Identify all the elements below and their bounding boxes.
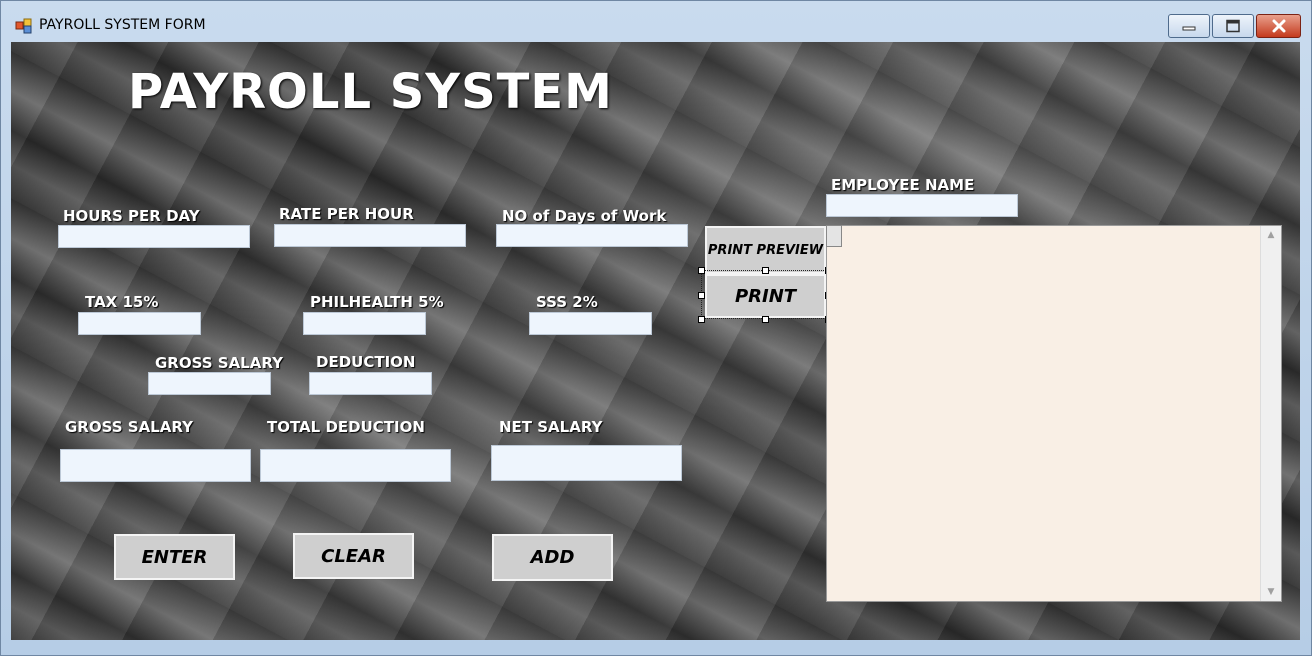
rate-per-hour-label: RATE PER HOUR [279,205,414,223]
receipt-scrollbar[interactable]: ▲ ▼ [1260,226,1281,601]
rate-per-hour-input[interactable] [274,224,466,247]
form-client-area: PAYROLL SYSTEM HOURS PER DAY RATE PER HO… [11,42,1300,640]
gross-salary-small-input[interactable] [148,372,271,395]
resize-handle[interactable] [762,316,769,323]
maximize-icon [1226,19,1240,33]
gross-salary-small-label: GROSS SALARY [155,354,283,372]
gross-salary-input[interactable] [60,449,251,482]
days-of-work-input[interactable] [496,224,688,247]
deduction-label: DEDUCTION [316,353,416,371]
hours-per-day-input[interactable] [58,225,250,248]
net-salary-label: NET SALARY [499,418,603,436]
enter-button[interactable]: ENTER [114,534,235,580]
philhealth-input[interactable] [303,312,426,335]
net-salary-input[interactable] [491,445,682,481]
days-of-work-label: NO of Days of Work [502,207,667,225]
payroll-window: PAYROLL SYSTEM FORM PAYROLL SYSTEM HOURS… [0,0,1312,656]
minimize-button[interactable] [1168,14,1210,38]
minimize-icon [1182,26,1196,31]
scroll-down-arrow-icon[interactable]: ▼ [1261,587,1281,597]
resize-handle[interactable] [698,316,705,323]
hours-per-day-label: HOURS PER DAY [63,207,200,225]
add-button[interactable]: ADD [492,534,613,581]
sss-label: SSS 2% [536,293,598,311]
scroll-up-arrow-icon[interactable]: ▲ [1261,230,1281,240]
gross-salary-label: GROSS SALARY [65,418,193,436]
close-icon [1272,19,1285,33]
app-icon [15,18,32,34]
title-bar[interactable]: PAYROLL SYSTEM FORM [1,1,1311,41]
receipt-textarea[interactable]: ▲ ▼ [826,225,1282,602]
close-button[interactable] [1256,14,1301,38]
resize-handle[interactable] [698,267,705,274]
print-button[interactable]: PRINT [705,274,826,318]
resize-handle[interactable] [762,267,769,274]
sss-input[interactable] [529,312,652,335]
maximize-button[interactable] [1212,14,1254,38]
tax-input[interactable] [78,312,201,335]
resize-handle[interactable] [698,292,705,299]
clear-button[interactable]: CLEAR [293,533,414,579]
philhealth-label: PHILHEALTH 5% [310,293,444,311]
total-deduction-input[interactable] [260,449,451,482]
total-deduction-label: TOTAL DEDUCTION [267,418,425,436]
employee-name-label: EMPLOYEE NAME [831,176,975,194]
window-title: PAYROLL SYSTEM FORM [39,17,206,33]
tax-label: TAX 15% [85,293,159,311]
deduction-input[interactable] [309,372,432,395]
small-control[interactable] [826,225,842,247]
employee-name-input[interactable] [826,194,1018,217]
page-title: PAYROLL SYSTEM [128,64,613,120]
